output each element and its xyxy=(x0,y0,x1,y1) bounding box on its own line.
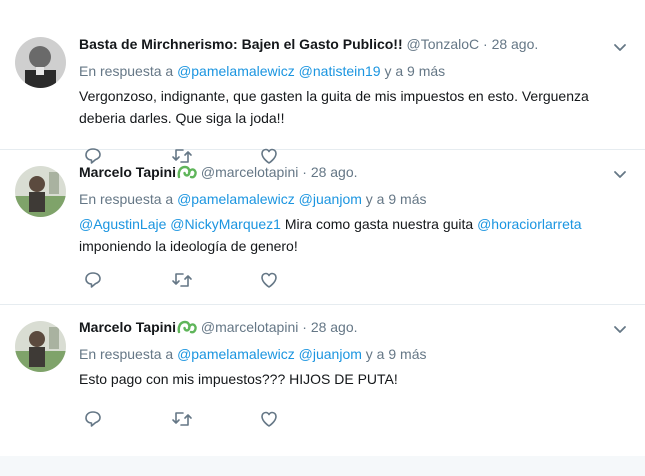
separator-dot: · xyxy=(302,164,307,180)
tweet-text-middle: Mira como gasta nuestra guita xyxy=(284,216,474,232)
display-name[interactable]: Basta de Mirchnerismo: Bajen el Gasto Pu… xyxy=(79,36,403,52)
reply-icon[interactable] xyxy=(83,409,171,429)
user-handle[interactable]: @TonzaloC xyxy=(407,36,480,52)
avatar[interactable] xyxy=(15,37,66,88)
tweet-text: Vergonzoso, indignante, que gasten la gu… xyxy=(79,88,589,126)
reply-suffix[interactable]: y a 9 más xyxy=(366,346,427,362)
like-icon[interactable] xyxy=(259,270,347,290)
retweet-icon[interactable] xyxy=(171,270,259,290)
reply-context: En respuesta a @pamelamalewicz @natistei… xyxy=(79,61,625,81)
tweet-card[interactable]: Marcelo Tapini @marcelotapini · 28 ago. … xyxy=(0,305,645,461)
display-name[interactable]: Marcelo Tapini xyxy=(79,319,176,335)
mention-link[interactable]: @NickyMarquez1 xyxy=(170,216,281,232)
reply-prefix: En respuesta a xyxy=(79,191,174,207)
like-icon[interactable] xyxy=(259,409,347,429)
mention-link[interactable]: @juanjom xyxy=(299,191,362,207)
tweet-actions xyxy=(83,270,347,290)
tweet-card[interactable]: Basta de Mirchnerismo: Bajen el Gasto Pu… xyxy=(0,0,645,164)
tweet-actions xyxy=(83,409,347,429)
reply-suffix[interactable]: y a 9 más xyxy=(366,191,427,207)
timeline-footer-strip xyxy=(0,456,645,476)
mention-link[interactable]: @pamelamalewicz xyxy=(177,191,295,207)
separator-dot: · xyxy=(483,36,488,52)
reply-prefix: En respuesta a xyxy=(79,346,174,362)
reply-context: En respuesta a @pamelamalewicz @juanjom … xyxy=(79,344,625,364)
tweet-header: Basta de Mirchnerismo: Bajen el Gasto Pu… xyxy=(79,34,625,54)
tweet-text: Esto pago con mis impuestos??? HIJOS DE … xyxy=(79,371,398,387)
timestamp[interactable]: 28 ago. xyxy=(311,164,358,180)
verified-badge-icon xyxy=(177,319,197,340)
verified-badge-icon xyxy=(177,164,197,185)
tweet-card[interactable]: Marcelo Tapini @marcelotapini · 28 ago. … xyxy=(0,150,645,305)
mention-link[interactable]: @juanjom xyxy=(299,346,362,362)
retweet-icon[interactable] xyxy=(171,409,259,429)
avatar[interactable] xyxy=(15,166,66,217)
mention-link[interactable]: @horaciorlarreta xyxy=(477,216,581,232)
reply-prefix: En respuesta a xyxy=(79,63,174,79)
reply-icon[interactable] xyxy=(83,270,171,290)
mention-link[interactable]: @pamelamalewicz xyxy=(177,346,295,362)
timestamp[interactable]: 28 ago. xyxy=(492,36,539,52)
mention-link[interactable]: @AgustinLaje xyxy=(79,216,166,232)
mention-link[interactable]: @natistein19 xyxy=(299,63,381,79)
timestamp[interactable]: 28 ago. xyxy=(311,319,358,335)
reply-context: En respuesta a @pamelamalewicz @juanjom … xyxy=(79,189,625,209)
chevron-down-icon[interactable] xyxy=(613,322,627,341)
reply-suffix[interactable]: y a 9 más xyxy=(384,63,445,79)
tweet-header: Marcelo Tapini @marcelotapini · 28 ago. xyxy=(79,317,625,337)
mention-link[interactable]: @pamelamalewicz xyxy=(177,63,295,79)
tweet-text: @AgustinLaje @NickyMarquez1 Mira como ga… xyxy=(79,213,625,257)
user-handle[interactable]: @marcelotapini xyxy=(201,319,298,335)
separator-dot: · xyxy=(302,319,307,335)
user-handle[interactable]: @marcelotapini xyxy=(201,164,298,180)
avatar[interactable] xyxy=(15,321,66,372)
chevron-down-icon[interactable] xyxy=(613,167,627,186)
chevron-down-icon[interactable] xyxy=(613,40,627,59)
tweet-header: Marcelo Tapini @marcelotapini · 28 ago. xyxy=(79,162,625,182)
tweet-text-tail: imponiendo la ideología de genero! xyxy=(79,238,298,254)
display-name[interactable]: Marcelo Tapini xyxy=(79,164,176,180)
